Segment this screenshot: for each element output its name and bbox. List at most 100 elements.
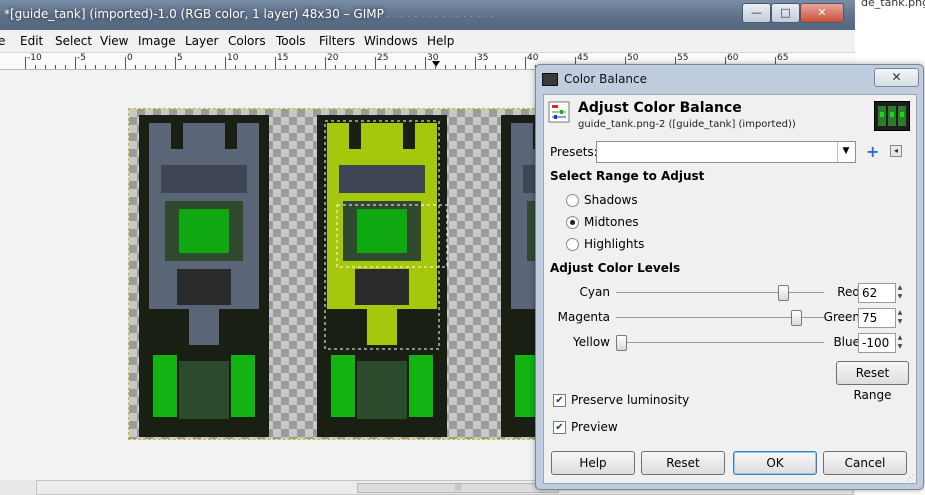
transparency-checker [473, 173, 481, 181]
resize-grip-icon[interactable]: ⋰ [906, 473, 914, 482]
ruler-minor-tick [105, 65, 106, 69]
transparency-checker [297, 373, 305, 381]
transparency-checker [449, 149, 457, 157]
menu-filters[interactable]: Filters [319, 34, 355, 48]
slider-thumb[interactable] [791, 310, 802, 326]
transparency-checker [305, 373, 313, 381]
transparency-checker [457, 285, 465, 293]
transparency-checker [337, 437, 345, 439]
slider-track[interactable] [616, 292, 824, 293]
ruler-minor-tick [45, 65, 46, 69]
transparency-checker [481, 277, 489, 285]
radio-indicator[interactable] [566, 194, 579, 207]
transparency-checker [305, 389, 313, 397]
menu-colors[interactable]: Colors [228, 34, 266, 48]
transparency-checker [489, 277, 497, 285]
spin-arrows-icon[interactable]: ▲ ▼ [896, 308, 904, 326]
transparency-checker [129, 197, 137, 205]
transparency-checker [457, 381, 465, 389]
spin-arrows-icon[interactable]: ▲ ▼ [896, 333, 904, 351]
transparency-checker [473, 141, 481, 149]
transparency-checker [233, 437, 241, 439]
transparency-checker [129, 237, 137, 245]
menu-select[interactable]: Select [55, 34, 92, 48]
yellow-blue-spinbox[interactable]: -100 [858, 333, 896, 353]
reset-range-button[interactable]: Reset Range [836, 361, 909, 402]
transparency-checker [305, 181, 313, 189]
dialog-titlebar[interactable]: Color Balance ✕ [536, 65, 923, 93]
transparency-checker [465, 229, 473, 237]
presets-menu-icon[interactable]: ◂ [890, 145, 902, 157]
menu-file[interactable]: e [0, 34, 5, 48]
ruler-minor-tick [465, 65, 466, 69]
transparency-checker [305, 293, 313, 301]
transparency-checker [305, 253, 313, 261]
transparency-checker [289, 365, 297, 373]
transparency-checker [465, 109, 473, 117]
transparency-checker [481, 245, 489, 253]
dialog-body: Adjust Color Balance guide_tank.png-2 ([… [543, 94, 917, 484]
ruler-label: 65 [777, 53, 789, 63]
close-button[interactable]: ✕ [800, 3, 844, 23]
tank-shade [161, 165, 247, 193]
transparency-checker [273, 373, 281, 381]
menu-help[interactable]: Help [427, 34, 454, 48]
presets-combobox[interactable] [596, 141, 856, 163]
maximize-button[interactable]: □ [771, 3, 800, 23]
magenta-green-spinbox[interactable]: 75 [858, 308, 896, 328]
menu-edit[interactable]: Edit [20, 34, 43, 48]
transparency-checker [281, 421, 289, 429]
transparency-checker [265, 437, 273, 439]
checkbox-indicator[interactable]: ✔ [553, 394, 566, 407]
window-titlebar[interactable]: *[guide_tank] (imported)-1.0 (RGB color,… [0, 0, 855, 30]
ruler-label: 10 [227, 53, 239, 63]
transparency-checker [289, 245, 297, 253]
help-button[interactable]: Help [551, 451, 635, 475]
transparency-checker [305, 229, 313, 237]
ruler-minor-tick [205, 65, 206, 69]
menu-windows[interactable]: Windows [364, 34, 418, 48]
chevron-down-icon[interactable]: ▼ [837, 142, 854, 162]
tank-barrel [189, 309, 219, 345]
slider-thumb[interactable] [616, 335, 627, 351]
ruler-major-tick [25, 57, 26, 69]
spin-arrows-icon[interactable]: ▲ ▼ [896, 283, 904, 301]
slider-right-label: Green [823, 310, 860, 324]
transparency-checker [481, 285, 489, 293]
radio-indicator[interactable] [566, 238, 579, 251]
dialog-close-button[interactable]: ✕ [874, 68, 919, 87]
checkbox-indicator[interactable]: ✔ [553, 421, 566, 434]
tank-sprite-image[interactable] [129, 109, 539, 439]
cyan-red-spinbox[interactable]: 62 [858, 283, 896, 303]
transparency-checker [329, 437, 337, 439]
ruler-major-tick [125, 57, 126, 69]
transparency-checker [281, 309, 289, 317]
slider-thumb[interactable] [778, 285, 789, 301]
slider-track[interactable] [616, 342, 824, 343]
transparency-checker [297, 205, 305, 213]
transparency-checker [489, 117, 497, 125]
scrollbar-thumb[interactable]: ||| [357, 483, 559, 493]
transparency-checker [465, 373, 473, 381]
transparency-checker [281, 293, 289, 301]
transparency-checker [297, 309, 305, 317]
transparency-checker [129, 309, 137, 317]
transparency-checker [449, 365, 457, 373]
menu-tools[interactable]: Tools [276, 34, 306, 48]
menu-layer[interactable]: Layer [185, 34, 218, 48]
transparency-checker [305, 309, 313, 317]
transparency-checker [481, 117, 489, 125]
transparency-checker [457, 237, 465, 245]
transparency-checker [129, 293, 137, 301]
minimize-button[interactable]: — [742, 3, 771, 23]
radio-indicator[interactable] [566, 216, 579, 229]
ruler-label: 40 [527, 53, 539, 63]
add-preset-icon[interactable]: + [866, 142, 879, 161]
reset-button[interactable]: Reset [641, 451, 725, 475]
ok-button[interactable]: OK [733, 451, 817, 475]
menu-image[interactable]: Image [138, 34, 176, 48]
menu-view[interactable]: View [100, 34, 128, 48]
transparency-checker [473, 349, 481, 357]
transparency-checker [281, 165, 289, 173]
cancel-button[interactable]: Cancel [823, 451, 907, 475]
